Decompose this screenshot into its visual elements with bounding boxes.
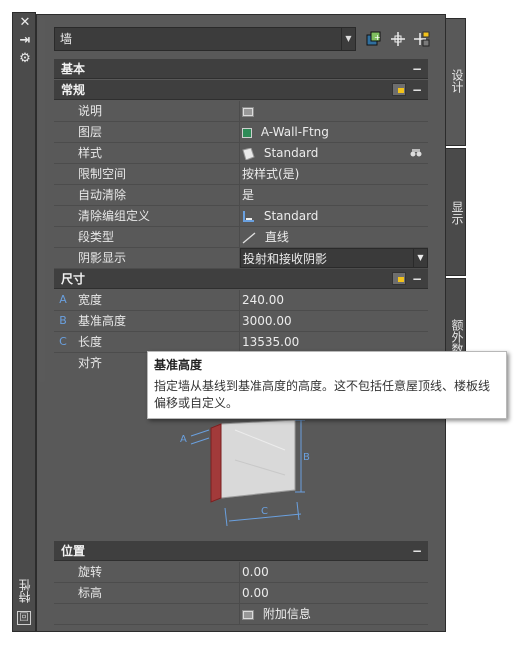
collapse-icon[interactable]: − — [412, 80, 422, 100]
property-row-length[interactable]: C 长度 13535.00 — [54, 332, 428, 353]
quick-select-section-icon[interactable] — [392, 272, 406, 285]
property-row-base-height[interactable]: B 基准高度 3000.00 — [54, 311, 428, 332]
property-row-rotation[interactable]: 旋转 0.00 — [54, 562, 428, 583]
section-location[interactable]: 位置 − — [54, 541, 428, 561]
tab-design[interactable]: 设计 — [446, 18, 466, 146]
property-value[interactable]: 按样式(是) — [240, 164, 428, 184]
additional-info-label: 附加信息 — [262, 607, 311, 621]
property-value[interactable]: A-Wall-Ftng — [240, 122, 428, 142]
additional-info-button[interactable]: 附加信息 — [240, 604, 428, 624]
palette-mini-icon[interactable]: 回 — [17, 611, 31, 625]
section-title: 常规 — [61, 83, 86, 97]
layer-color-icon — [242, 127, 252, 138]
cleanup-group-value: Standard — [263, 209, 319, 223]
settings-icon[interactable]: ⚙ — [17, 52, 33, 66]
section-basic[interactable]: 基本 − — [54, 59, 428, 79]
auto-hide-icon[interactable]: ⇥ — [17, 34, 33, 48]
tab-display[interactable]: 显示 — [446, 148, 466, 276]
property-value[interactable]: Standard — [240, 143, 428, 163]
property-label: 段类型 — [72, 227, 240, 247]
property-label: 清除编组定义 — [72, 206, 240, 226]
palette-control-strip: ✕ ⇥ ⚙ 特性 回 — [12, 12, 36, 632]
chevron-down-icon[interactable]: ▼ — [413, 249, 427, 267]
property-label: 限制空间 — [72, 164, 240, 184]
section-general[interactable]: 常规 − — [54, 80, 428, 100]
property-row-additional-info[interactable]: 附加信息 — [54, 604, 428, 625]
shadow-display-select[interactable]: 投射和接收阴影 ▼ — [240, 248, 428, 268]
section-dimensions[interactable]: 尺寸 − — [54, 269, 428, 289]
collapse-icon[interactable]: − — [412, 541, 422, 561]
illustration-label-c: C — [261, 506, 268, 517]
section-title: 基本 — [61, 62, 86, 76]
property-label: 宽度 — [72, 290, 240, 310]
tab-label: 显示 — [450, 201, 464, 225]
tooltip-description: 指定墙从基线到基准高度的高度。这不包括任意屋顶线、楼板线偏移或自定义。 — [154, 379, 491, 410]
property-label: 标高 — [72, 583, 240, 603]
dimension-marker: B — [54, 311, 72, 331]
property-row-shadow-display[interactable]: 阴影显示 投射和接收阴影 ▼ — [54, 248, 428, 269]
quick-select-section-icon[interactable] — [392, 83, 406, 96]
property-label: 说明 — [72, 101, 240, 121]
property-value[interactable] — [240, 101, 428, 121]
property-label: 旋转 — [72, 562, 240, 582]
property-row-layer[interactable]: 图层 A-Wall-Ftng — [54, 122, 428, 143]
section-title: 尺寸 — [61, 272, 86, 286]
property-row-cleanup-group-definition[interactable]: 清除编组定义 Standard — [54, 206, 428, 227]
wall-dimension-illustration: A B C — [180, 420, 310, 527]
property-row-cleanup-automatically[interactable]: 自动清除 是 — [54, 185, 428, 206]
property-label: 样式 — [72, 143, 240, 163]
property-value[interactable]: 直线 — [240, 227, 428, 247]
property-value[interactable]: Standard — [240, 206, 428, 226]
collapse-icon[interactable]: − — [412, 59, 422, 79]
tab-label: 设计 — [450, 69, 464, 93]
illustration-label-a: A — [180, 434, 187, 445]
collapse-icon[interactable]: − — [412, 269, 422, 289]
layer-value: A-Wall-Ftng — [260, 125, 329, 139]
dimension-marker: C — [54, 332, 72, 352]
property-value[interactable]: 0.00 — [240, 562, 428, 582]
property-row-width[interactable]: A 宽度 240.00 — [54, 290, 428, 311]
property-label: 长度 — [72, 332, 240, 352]
style-value: Standard — [263, 146, 319, 160]
style-icon — [242, 147, 255, 160]
property-value[interactable]: 13535.00 — [240, 332, 428, 352]
close-icon[interactable]: ✕ — [17, 16, 33, 30]
property-label: 基准高度 — [72, 311, 240, 331]
description-icon[interactable] — [242, 106, 254, 117]
property-row-bound-spaces[interactable]: 限制空间 按样式(是) — [54, 164, 428, 185]
property-value[interactable]: 是 — [240, 185, 428, 205]
chevron-down-icon[interactable]: ▼ — [341, 28, 355, 50]
binoculars-icon[interactable] — [410, 148, 422, 158]
cleanup-group-icon — [243, 211, 254, 222]
segment-type-value: 直线 — [264, 230, 289, 244]
object-type-value: 墙 — [60, 32, 73, 46]
select-objects-icon[interactable] — [389, 30, 407, 48]
property-tooltip: 基准高度 指定墙从基线到基准高度的高度。这不包括任意屋顶线、楼板线偏移或自定义。 — [147, 351, 507, 419]
shadow-display-value: 投射和接收阴影 — [243, 252, 328, 266]
dimension-marker: A — [54, 290, 72, 310]
svg-text:+: + — [374, 33, 381, 42]
property-row-segment-type[interactable]: 段类型 直线 — [54, 227, 428, 248]
vertical-scrollbar[interactable] — [39, 18, 45, 382]
quick-select-icon[interactable] — [413, 30, 431, 48]
property-label: 自动清除 — [72, 185, 240, 205]
property-row-style[interactable]: 样式 Standard — [54, 143, 428, 164]
tooltip-title: 基准高度 — [154, 358, 203, 372]
property-value[interactable]: 0.00 — [240, 583, 428, 603]
property-value[interactable]: 3000.00 — [240, 311, 428, 331]
palette-tabs: 设计 显示 额外数据 — [446, 18, 466, 608]
line-segment-icon — [242, 232, 256, 243]
toggle-pickadd-icon[interactable]: + — [365, 30, 383, 48]
object-type-select[interactable]: 墙 ▼ — [54, 27, 356, 51]
additional-info-icon — [242, 609, 254, 620]
property-label: 图层 — [72, 122, 240, 142]
property-row-elevation[interactable]: 标高 0.00 — [54, 583, 428, 604]
illustration-label-b: B — [303, 452, 310, 463]
section-title: 位置 — [61, 544, 86, 558]
property-value[interactable]: 240.00 — [240, 290, 428, 310]
property-row-description[interactable]: 说明 — [54, 101, 428, 122]
palette-title: 特性 — [18, 579, 32, 603]
property-label: 阴影显示 — [72, 248, 240, 268]
